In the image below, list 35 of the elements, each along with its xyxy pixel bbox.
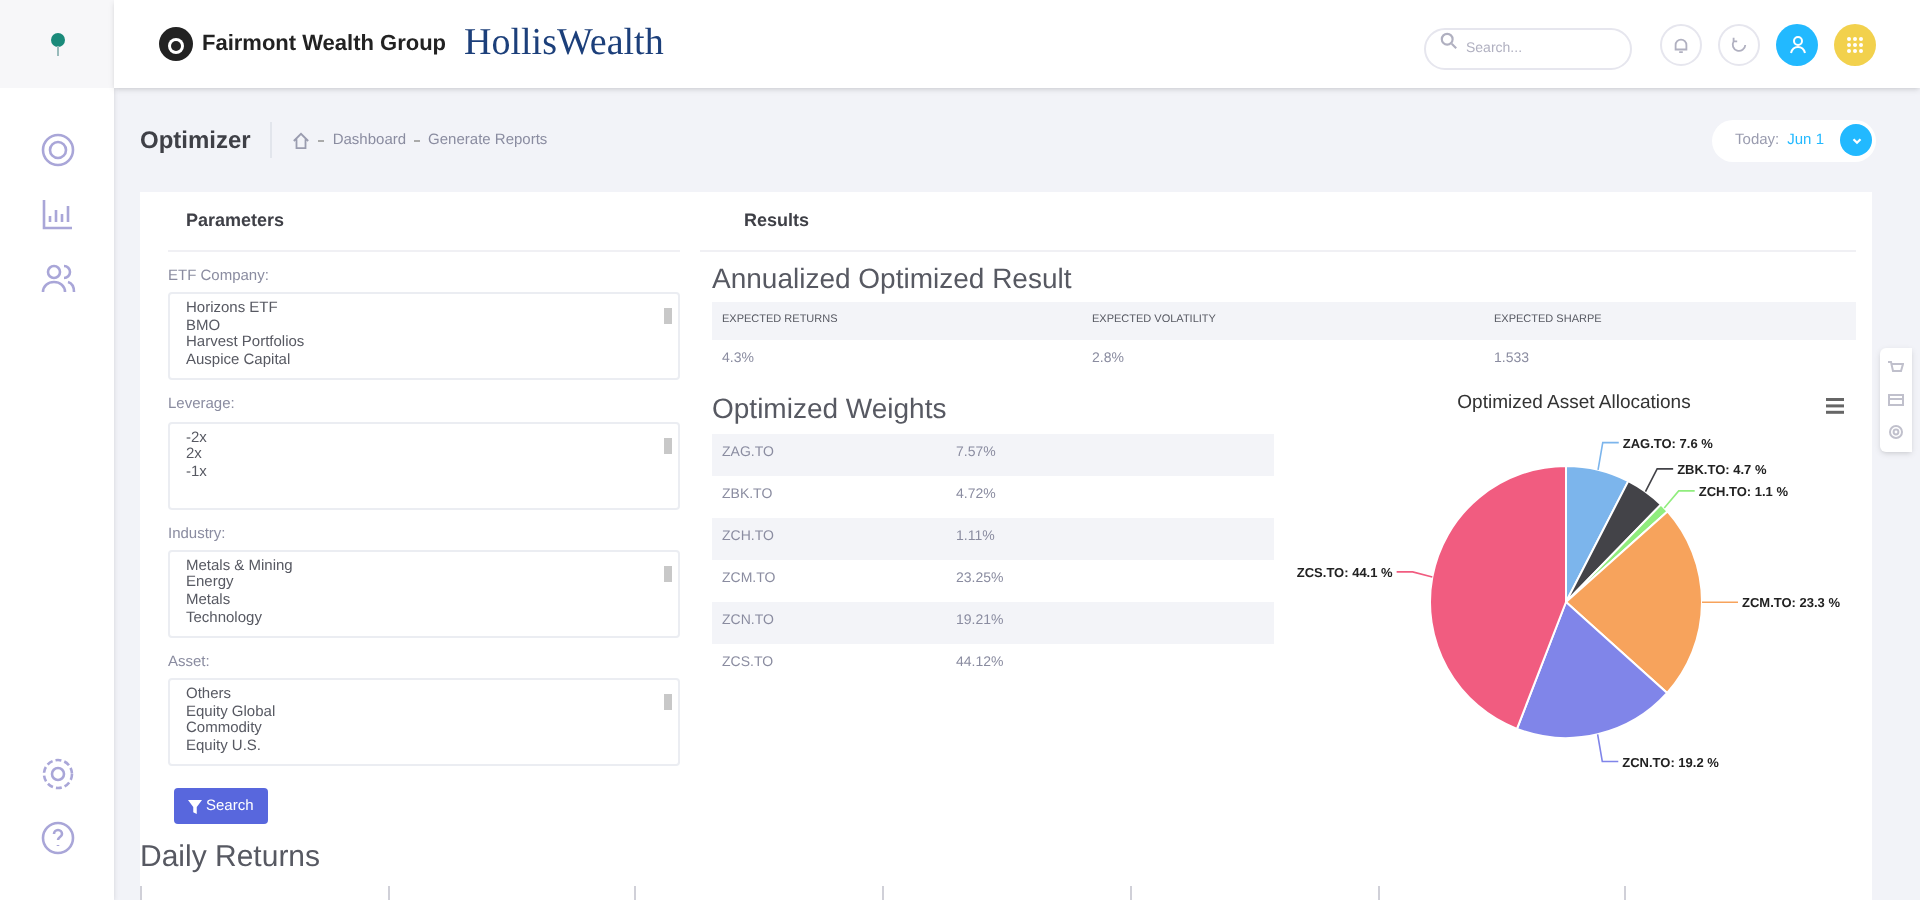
leader-line bbox=[1395, 571, 1434, 578]
page-title: Optimizer bbox=[140, 122, 273, 158]
apps-button[interactable] bbox=[1834, 23, 1876, 65]
leader-line bbox=[1663, 490, 1696, 509]
sync-button[interactable] bbox=[1718, 23, 1760, 65]
notification-button[interactable] bbox=[1660, 23, 1702, 65]
result-heading: Annualized Optimized Result bbox=[712, 260, 1074, 298]
search-icon bbox=[1440, 31, 1458, 49]
users-icon[interactable] bbox=[39, 260, 75, 296]
filter-icon bbox=[188, 799, 202, 813]
home-icon[interactable] bbox=[292, 131, 311, 149]
menu-icon[interactable] bbox=[1826, 397, 1844, 413]
profile-button[interactable] bbox=[1776, 23, 1818, 65]
result-heading: Optimized Weights bbox=[712, 390, 949, 428]
leader-line bbox=[1597, 441, 1620, 471]
logo-icon bbox=[49, 32, 65, 56]
grid-icon bbox=[1846, 35, 1864, 53]
bar-chart-icon[interactable] bbox=[39, 196, 75, 232]
card-icon[interactable] bbox=[1888, 392, 1904, 408]
bell-icon bbox=[1672, 35, 1690, 53]
chevron-down-icon bbox=[1849, 133, 1863, 147]
leader-line bbox=[1701, 601, 1739, 604]
section-title: Results bbox=[744, 207, 810, 234]
chart-title: Optimized Asset Allocations bbox=[1457, 390, 1691, 419]
help-icon[interactable] bbox=[39, 820, 75, 856]
section-heading: Daily Returns bbox=[140, 838, 323, 878]
user-icon bbox=[1787, 34, 1807, 54]
leader-line bbox=[1644, 468, 1674, 493]
partner-logo: HollisWealth bbox=[464, 19, 664, 68]
refresh-icon bbox=[1730, 35, 1748, 53]
leader-line bbox=[1596, 733, 1620, 763]
dropdown-button[interactable] bbox=[1840, 124, 1872, 156]
cart-icon[interactable] bbox=[1888, 360, 1904, 376]
brand-name: Fairmont Wealth Group bbox=[202, 29, 447, 60]
section-title: Parameters bbox=[186, 207, 285, 234]
